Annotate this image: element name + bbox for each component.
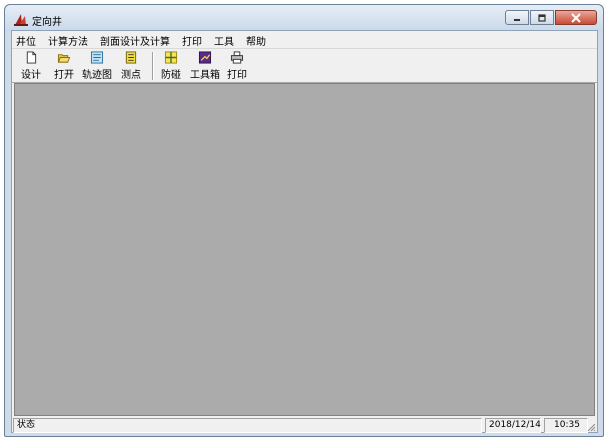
app-logo-icon — [14, 14, 28, 26]
open-button[interactable]: 打开 — [52, 51, 76, 81]
mdi-workspace[interactable] — [14, 83, 595, 416]
design-button[interactable]: 设计 — [18, 51, 44, 81]
menu-profile-design[interactable]: 剖面设计及计算 — [94, 31, 176, 48]
toolbox-button[interactable]: 工具箱 — [188, 51, 222, 81]
toolbox-icon — [198, 51, 212, 64]
close-icon — [571, 12, 581, 23]
open-folder-icon — [57, 54, 71, 63]
anticollision-button[interactable]: 防碰 — [158, 51, 184, 81]
menu-calc-method[interactable]: 计算方法 — [42, 31, 94, 48]
window-title: 定向井 — [32, 17, 62, 28]
maximize-button[interactable] — [530, 10, 554, 25]
status-bar: 状态 2018/12/14 10:35 — [12, 418, 597, 433]
new-document-icon — [26, 51, 37, 64]
menu-help[interactable]: 帮助 — [240, 31, 272, 48]
minimize-button[interactable] — [505, 10, 529, 25]
survey-point-button[interactable]: 测点 — [118, 51, 144, 81]
toolbox-label: 工具箱 — [190, 70, 220, 81]
maximize-icon — [538, 13, 546, 22]
app-window: 定向井 井位 计算方法 剖面设计及计算 打印 工具 帮助 设计 打开 轨迹图 测… — [4, 4, 604, 437]
status-date: 2018/12/14 — [485, 418, 541, 433]
status-time: 10:35 — [544, 418, 588, 433]
trajectory-label: 轨迹图 — [82, 70, 112, 81]
design-label: 设计 — [21, 70, 41, 81]
anticollision-icon — [164, 51, 178, 64]
print-button[interactable]: 打印 — [224, 51, 250, 81]
resize-grip-icon[interactable] — [586, 422, 596, 432]
printer-icon — [230, 51, 244, 64]
menu-bar: 井位 计算方法 剖面设计及计算 打印 工具 帮助 — [12, 31, 597, 48]
print-label: 打印 — [227, 70, 247, 81]
trajectory-button[interactable]: 轨迹图 — [80, 51, 114, 81]
menu-tools[interactable]: 工具 — [208, 31, 240, 48]
toolbar: 设计 打开 轨迹图 测点 防碰 工具箱 打印 — [12, 48, 597, 83]
client-area: 井位 计算方法 剖面设计及计算 打印 工具 帮助 设计 打开 轨迹图 测点 防碰… — [11, 30, 598, 433]
status-text: 状态 — [13, 418, 482, 433]
anticollision-label: 防碰 — [161, 70, 181, 81]
title-bar[interactable]: 定向井 — [5, 5, 603, 31]
survey-notes-icon — [125, 51, 137, 64]
trajectory-chart-icon — [90, 51, 104, 64]
window-controls — [504, 10, 597, 26]
minimize-icon — [514, 18, 520, 21]
survey-point-label: 测点 — [121, 70, 141, 81]
menu-well-position[interactable]: 井位 — [12, 31, 42, 48]
close-button[interactable] — [555, 10, 597, 25]
menu-print[interactable]: 打印 — [176, 31, 208, 48]
open-label: 打开 — [54, 70, 74, 81]
toolbar-separator — [152, 52, 154, 80]
